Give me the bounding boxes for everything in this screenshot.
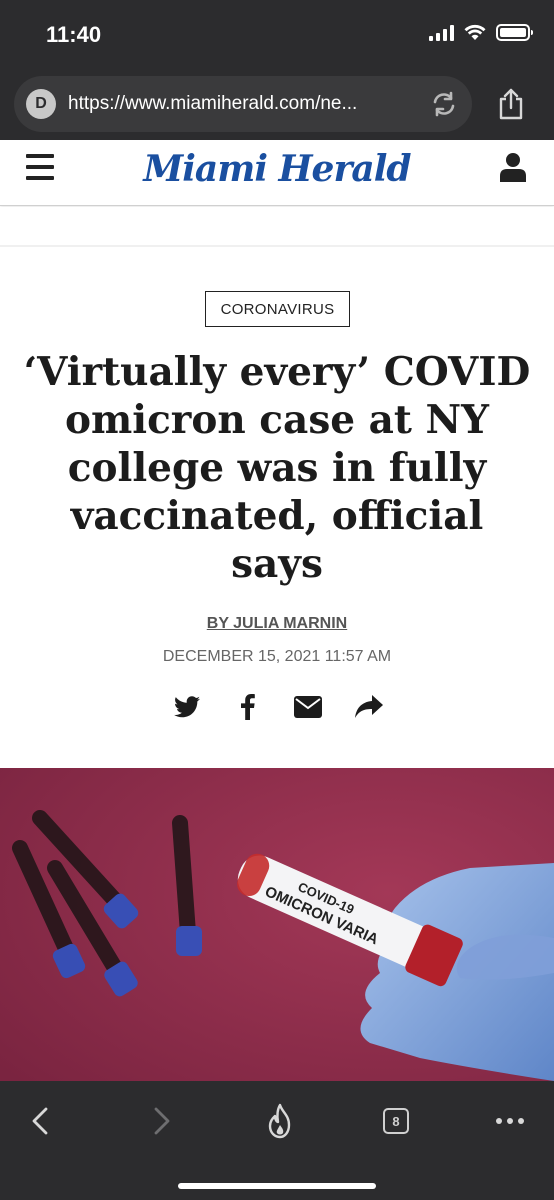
article-hero-image[interactable]: COVID-19 OMICRON VARIA <box>0 768 554 1081</box>
tabs-button[interactable]: 8 <box>374 1101 418 1141</box>
reload-icon[interactable] <box>430 90 458 118</box>
site-logo[interactable]: Miami Herald <box>0 148 554 190</box>
email-icon[interactable] <box>293 692 323 722</box>
category-tag[interactable]: CORONAVIRUS <box>205 291 350 327</box>
article-byline[interactable]: BY JULIA MARNIN <box>0 615 554 633</box>
url-text[interactable]: https://www.miamiherald.com/ne... <box>68 93 418 115</box>
back-button[interactable] <box>18 1101 62 1141</box>
wifi-icon <box>464 24 486 40</box>
facebook-icon[interactable] <box>233 692 263 722</box>
browser-bar: D https://www.miamiherald.com/ne... <box>0 72 554 140</box>
chevron-left-icon <box>32 1107 48 1135</box>
share-buttons <box>172 690 384 724</box>
share-arrow-icon[interactable] <box>354 692 384 722</box>
status-time: 11:40 <box>46 22 102 47</box>
home-indicator[interactable] <box>178 1183 376 1189</box>
tab-count: 8 <box>383 1108 409 1134</box>
address-bar[interactable]: D https://www.miamiherald.com/ne... <box>14 76 472 132</box>
ad-spacer <box>0 207 554 247</box>
status-bar: 11:40 <box>0 0 554 72</box>
site-badge-icon: D <box>26 89 56 119</box>
twitter-icon[interactable] <box>172 692 202 722</box>
status-icons <box>429 24 533 41</box>
article-date: DECEMBER 15, 2021 11:57 AM <box>162 648 392 665</box>
cellular-signal-icon <box>429 24 454 41</box>
site-header: Miami Herald <box>0 140 554 206</box>
more-dots-icon <box>496 1118 524 1124</box>
chevron-right-icon <box>154 1107 170 1135</box>
more-button[interactable] <box>488 1101 532 1141</box>
article-headline: ‘Virtually every’ COVID omicron case at … <box>23 349 531 587</box>
account-icon[interactable] <box>500 152 526 182</box>
share-icon[interactable] <box>498 88 524 120</box>
flame-icon <box>268 1103 291 1139</box>
forward-button[interactable] <box>140 1101 184 1141</box>
fire-button[interactable] <box>258 1101 302 1141</box>
battery-icon <box>496 24 533 41</box>
